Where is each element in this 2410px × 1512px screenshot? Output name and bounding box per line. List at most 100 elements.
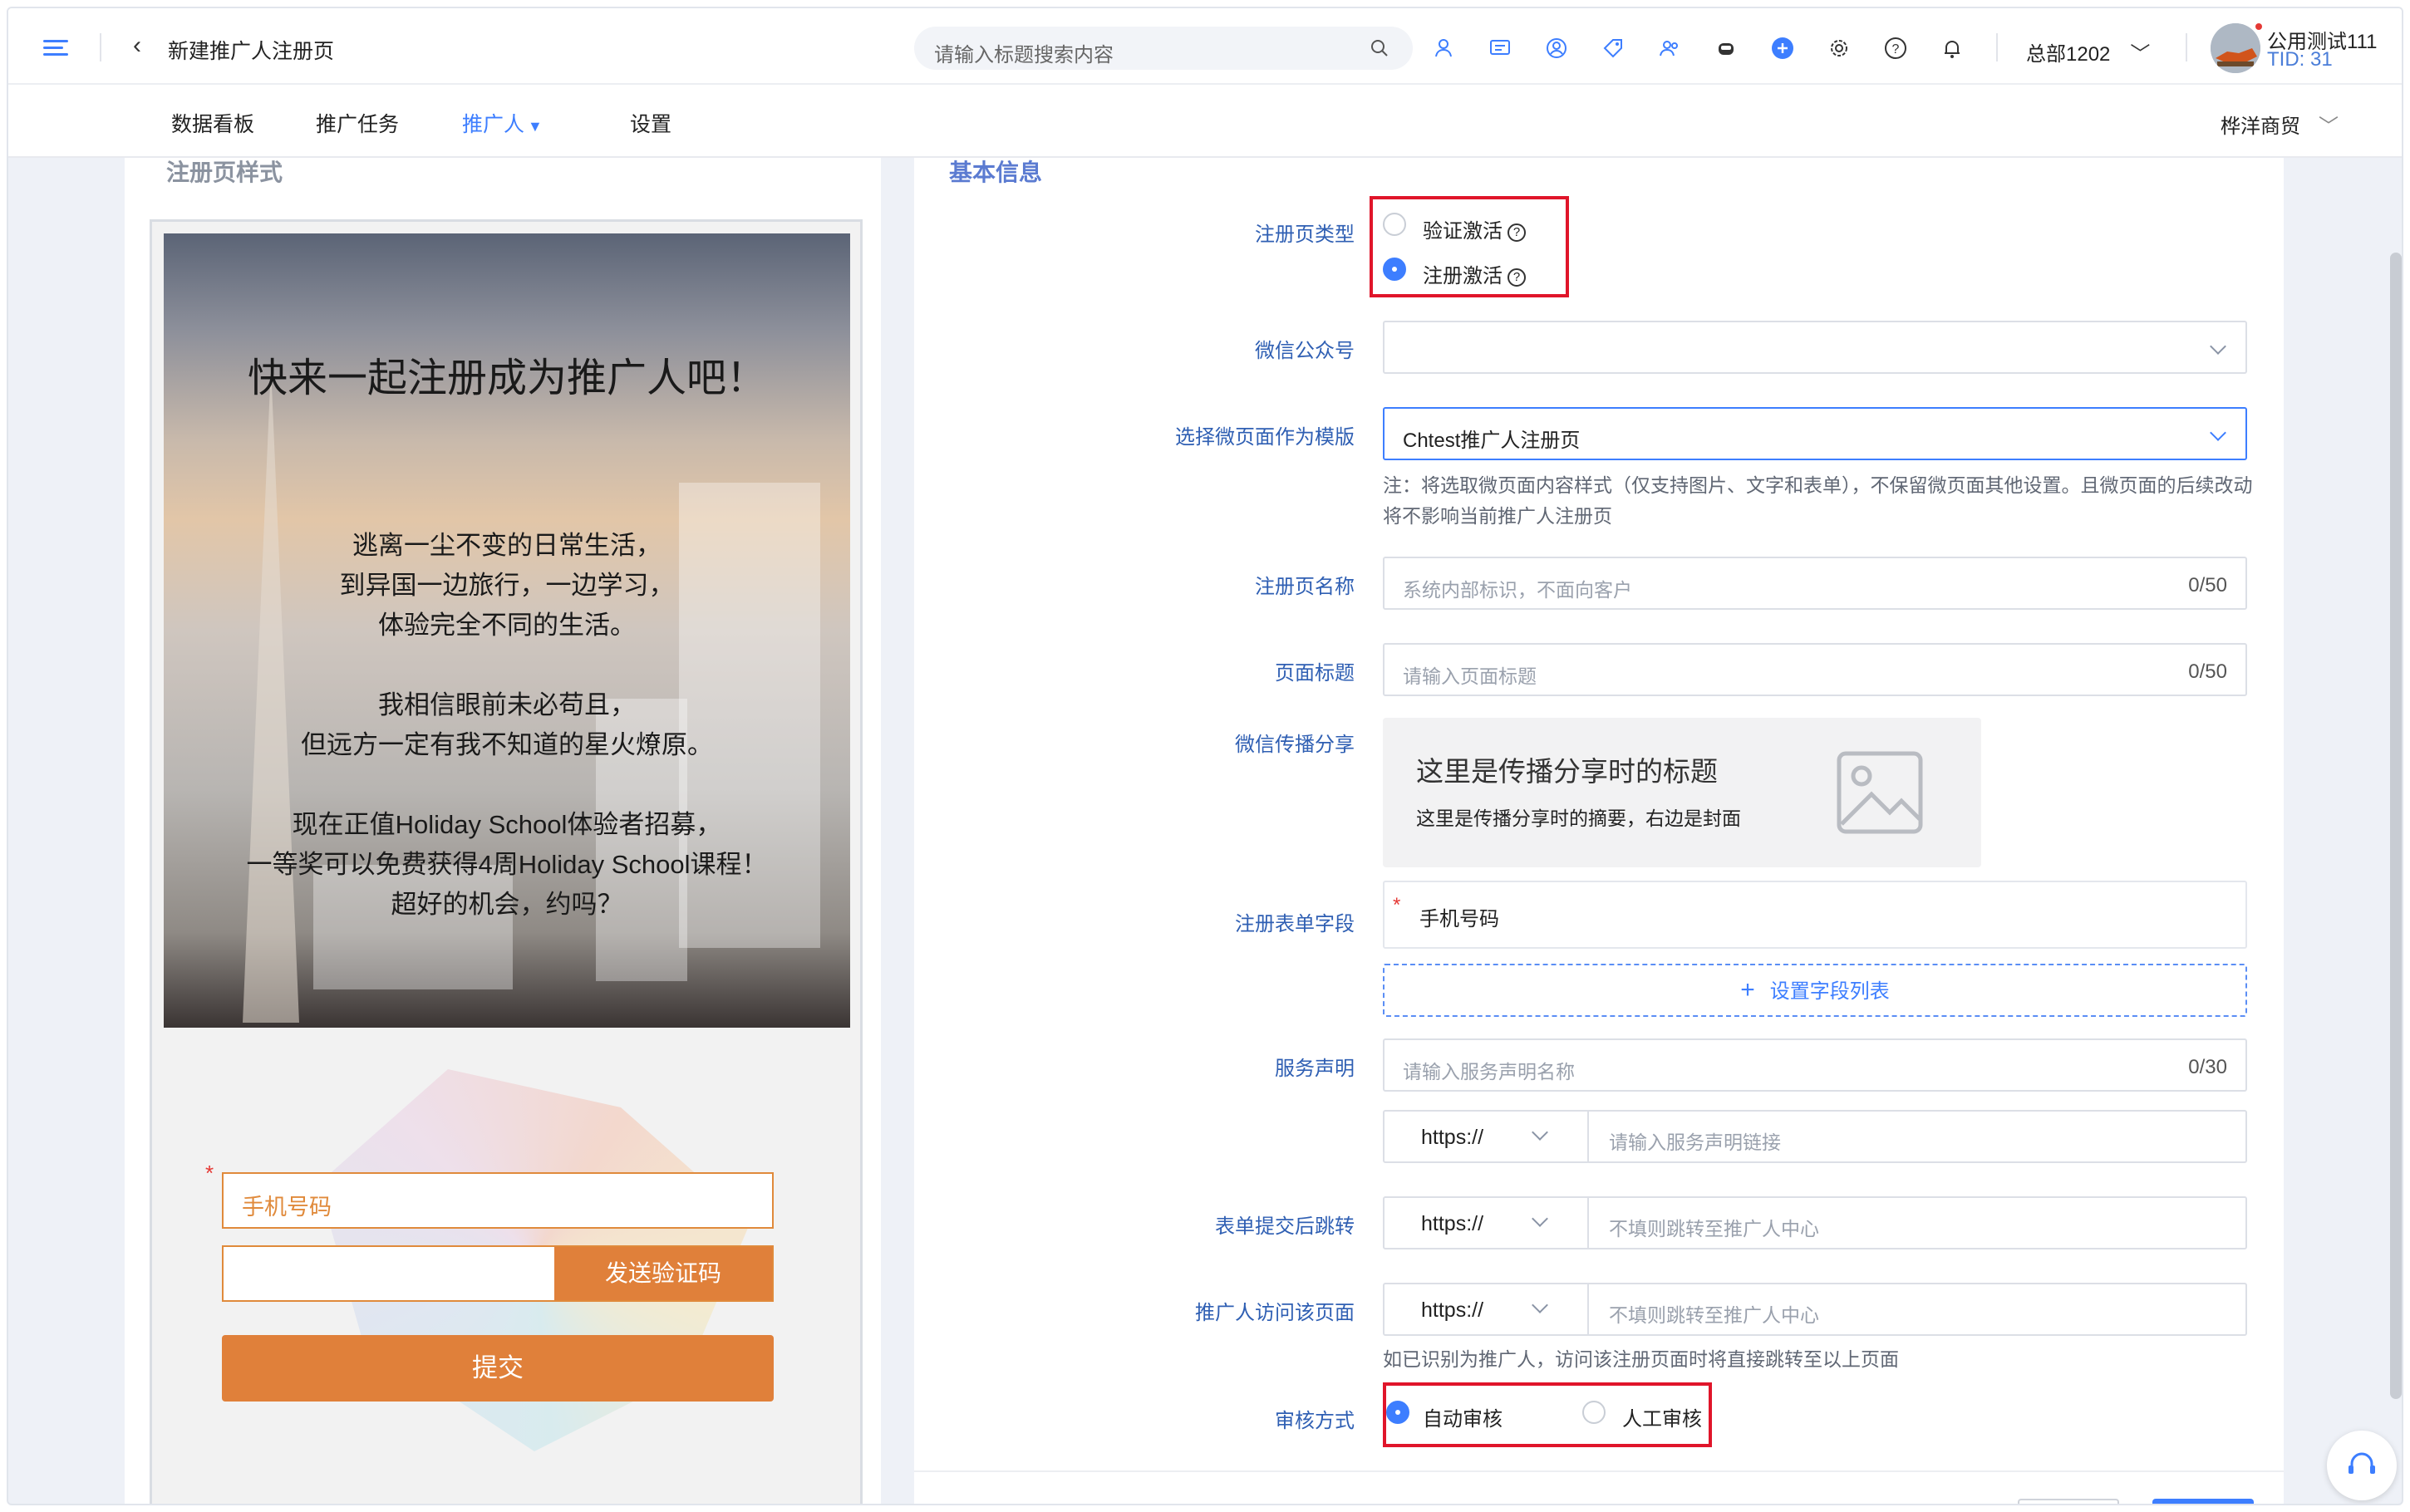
template-note: 注：将选取微页面内容样式（仅支持图片、文字和表单），不保留微页面其他设置。且微页…	[1383, 474, 2253, 527]
notification-dot	[2255, 23, 2262, 30]
tenant-label: 总部1202	[2026, 43, 2111, 66]
preview-code-field: 发送验证码	[222, 1245, 774, 1302]
hero-line: 到异国一边旅行，一边学习，	[339, 571, 675, 600]
search-icon[interactable]	[1370, 38, 1389, 58]
char-count: 0/50	[2188, 660, 2227, 683]
preview-phone-field: 手机号码	[222, 1172, 774, 1229]
preview-panel: 注册页样式 快来一起注册成为推广人吧！ 逃离一尘不变的日常生活， 到异国一边旅行…	[125, 158, 881, 1504]
chevron-down-icon	[1532, 1297, 1548, 1313]
bell-icon[interactable]	[1940, 36, 1965, 61]
gear-icon[interactable]	[1827, 36, 1852, 61]
template-select[interactable]: Chtest推广人注册页	[1383, 407, 2247, 460]
cancel-button[interactable]	[2018, 1499, 2119, 1504]
hero-line: 我相信眼前未必苟且，	[378, 690, 636, 719]
radio-manual-review[interactable]	[1582, 1401, 1606, 1424]
char-count: 0/30	[2188, 1056, 2227, 1078]
people-icon[interactable]	[1431, 36, 1456, 61]
radio-verify-activate[interactable]	[1383, 213, 1406, 236]
form-field-item[interactable]: * 手机号码	[1383, 881, 2247, 949]
service-link-placeholder: 请输入服务声明链接	[1609, 1132, 1781, 1153]
search-box[interactable]: 请输入标题搜索内容	[914, 27, 1413, 70]
avatar[interactable]	[2211, 23, 2260, 73]
form-section-title: 基本信息	[949, 160, 1043, 185]
name-label: 注册页名称	[1255, 576, 1355, 598]
protocol-select[interactable]: https://	[1385, 1112, 1589, 1161]
menu-icon[interactable]	[43, 40, 68, 56]
save-button[interactable]	[2152, 1499, 2254, 1504]
visit-placeholder: 不填则跳转至推广人中心	[1609, 1304, 1819, 1326]
wechat-select[interactable]	[1383, 321, 2247, 374]
service-link-input[interactable]: https:// 请输入服务声明链接	[1383, 1110, 2247, 1163]
radio-auto-review-label[interactable]: 自动审核	[1423, 1402, 1503, 1431]
phone-preview: 快来一起注册成为推广人吧！ 逃离一尘不变的日常生活， 到异国一边旅行，一边学习，…	[150, 219, 863, 1504]
title-input[interactable]: 请输入页面标题 0/50	[1383, 643, 2247, 696]
radio-verify-activate-label[interactable]: 验证激活?	[1423, 214, 1526, 243]
name-placeholder: 系统内部标识，不面向客户	[1403, 579, 1632, 601]
help-icon[interactable]: ?	[1883, 36, 1908, 61]
redirect-label: 表单提交后跳转	[1215, 1215, 1355, 1238]
required-star: *	[1393, 894, 1401, 916]
type-label: 注册页类型	[1255, 223, 1355, 246]
nav-bar: 数据看板 推广任务 推广人 ▼ 设置 桦洋商贸 ﹀	[8, 85, 2402, 158]
service-name-placeholder: 请输入服务声明名称	[1403, 1061, 1575, 1082]
tag-icon[interactable]	[1601, 36, 1626, 61]
service-label: 服务声明	[1275, 1058, 1355, 1080]
template-label: 选择微页面作为模版	[1175, 426, 1355, 449]
nav-item-dashboard[interactable]: 数据看板	[171, 108, 254, 138]
group-icon[interactable]	[1657, 36, 1682, 61]
chevron-down-icon	[1532, 1124, 1548, 1141]
redirect-placeholder: 不填则跳转至推广人中心	[1609, 1218, 1819, 1240]
hero-body: 逃离一尘不变的日常生活， 到异国一边旅行，一边学习， 体验完全不同的生活。 我相…	[164, 526, 850, 925]
protocol-select[interactable]: https://	[1385, 1284, 1589, 1334]
help-icon[interactable]: ?	[1507, 223, 1526, 242]
nav-item-tasks[interactable]: 推广任务	[316, 108, 399, 138]
radio-manual-review-label[interactable]: 人工审核	[1622, 1402, 1702, 1431]
hero-title: 快来一起注册成为推广人吧！	[247, 356, 766, 400]
share-summary: 这里是传播分享时的摘要，右边是封面	[1416, 808, 1741, 829]
review-label: 审核方式	[1275, 1410, 1355, 1432]
message-icon[interactable]	[1488, 36, 1512, 61]
send-code-button: 发送验证码	[554, 1247, 772, 1300]
set-fields-button[interactable]: + 设置字段列表	[1383, 964, 2247, 1017]
title-label: 页面标题	[1275, 662, 1355, 685]
chevron-down-icon: ﹀	[2319, 115, 2339, 138]
plus-icon: +	[1740, 976, 1755, 1004]
tenant-selector[interactable]: 总部1202 ﹀	[2026, 37, 2150, 66]
name-input[interactable]: 系统内部标识，不面向客户 0/50	[1383, 557, 2247, 610]
service-name-input[interactable]: 请输入服务声明名称 0/30	[1383, 1038, 2247, 1092]
back-icon[interactable]: ‹	[133, 32, 141, 60]
title-placeholder: 请输入页面标题	[1403, 665, 1537, 687]
nav-item-promoters[interactable]: 推广人 ▼	[462, 108, 543, 138]
scrollbar[interactable]	[2390, 253, 2402, 1399]
profile-icon[interactable]	[1544, 36, 1569, 61]
visit-input[interactable]: https:// 不填则跳转至推广人中心	[1383, 1283, 2247, 1336]
share-card[interactable]: 这里是传播分享时的标题 这里是传播分享时的摘要，右边是封面	[1383, 718, 1981, 867]
search-input[interactable]: 请输入标题搜索内容	[934, 38, 1114, 67]
share-title: 这里是传播分享时的标题	[1416, 756, 1718, 787]
chevron-down-icon: ﹀	[2130, 43, 2151, 66]
company-selector[interactable]: 桦洋商贸 ﹀	[2221, 110, 2339, 139]
preview-submit-button: 提交	[222, 1335, 774, 1402]
radio-auto-review[interactable]	[1386, 1401, 1409, 1424]
set-fields-label: 设置字段列表	[1769, 980, 1890, 1003]
bot-icon[interactable]	[1714, 36, 1739, 61]
help-icon[interactable]: ?	[1507, 268, 1526, 287]
template-value: Chtest推广人注册页	[1403, 430, 1581, 452]
divider	[2186, 33, 2187, 61]
divider	[100, 33, 101, 61]
chevron-down-icon	[1532, 1210, 1548, 1227]
redirect-input[interactable]: https:// 不填则跳转至推广人中心	[1383, 1196, 2247, 1249]
fields-label: 注册表单字段	[1235, 913, 1355, 935]
headset-icon	[2349, 1452, 2375, 1474]
radio-register-activate[interactable]	[1383, 258, 1406, 281]
image-icon[interactable]	[1837, 751, 1923, 834]
add-icon[interactable]	[1770, 36, 1795, 61]
protocol-select[interactable]: https://	[1385, 1198, 1589, 1248]
preview-section-title: 注册页样式	[166, 160, 283, 185]
chevron-down-icon	[2210, 425, 2226, 441]
preview-phone-label: 手机号码	[242, 1195, 332, 1220]
divider	[1996, 33, 1998, 61]
nav-item-settings[interactable]: 设置	[630, 108, 671, 138]
radio-register-activate-label[interactable]: 注册激活?	[1423, 259, 1526, 288]
support-button[interactable]	[2327, 1431, 2397, 1500]
